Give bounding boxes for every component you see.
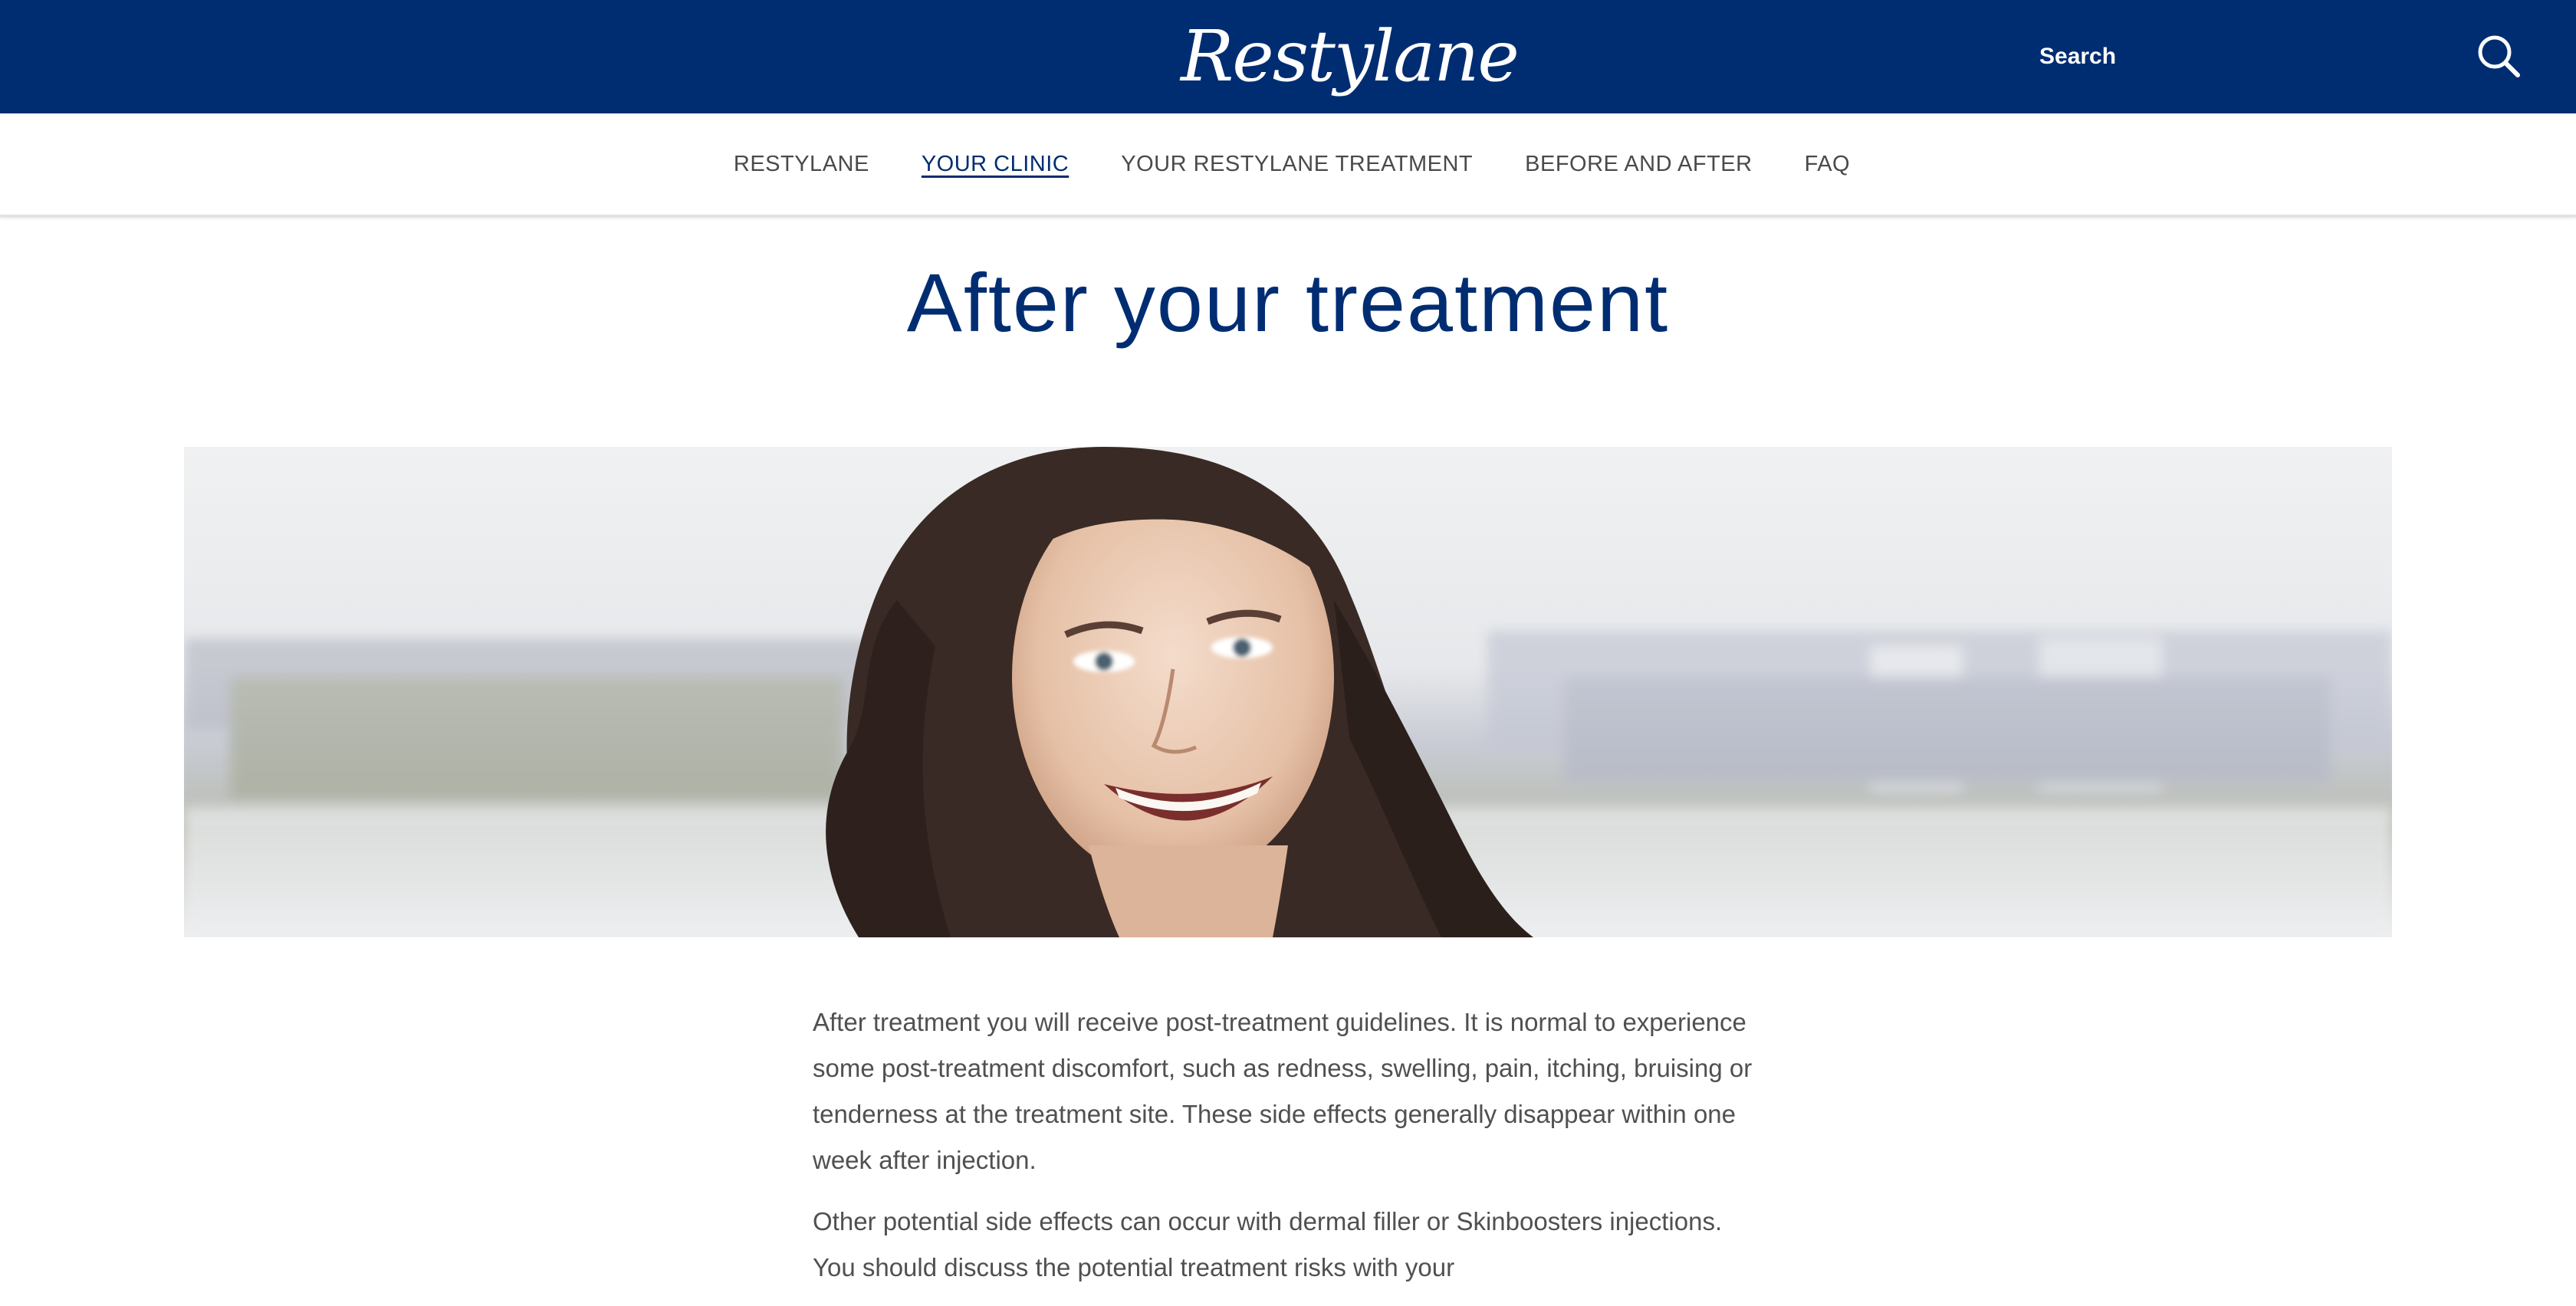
page-title: After your treatment (906, 256, 1670, 349)
nav-item-faq[interactable]: FAQ (1805, 152, 1851, 177)
search-icon[interactable] (2475, 32, 2524, 81)
hero-photo-illustration (184, 447, 2392, 937)
hero-image (184, 447, 2392, 937)
main-navigation: RESTYLANE YOUR CLINIC YOUR RESTYLANE TRE… (0, 113, 2576, 218)
search-input[interactable]: Search (2039, 40, 2239, 74)
nav-item-your-restylane-treatment[interactable]: YOUR RESTYLANE TREATMENT (1121, 152, 1473, 177)
paragraph: Other potential side effects can occur w… (813, 1207, 1723, 1281)
article-body: After treatment you will receive post-tr… (813, 999, 1763, 1306)
nav-list: RESTYLANE YOUR CLINIC YOUR RESTYLANE TRE… (0, 113, 2576, 215)
site-header: Restylane Search (0, 0, 2576, 113)
nav-item-before-and-after[interactable]: BEFORE AND AFTER (1525, 152, 1752, 177)
restylane-logo[interactable]: Restylane (1181, 8, 1520, 106)
nav-item-restylane[interactable]: RESTYLANE (734, 152, 869, 177)
nav-item-your-clinic[interactable]: YOUR CLINIC (922, 152, 1069, 177)
paragraph: After treatment you will receive post-tr… (813, 1008, 1753, 1174)
